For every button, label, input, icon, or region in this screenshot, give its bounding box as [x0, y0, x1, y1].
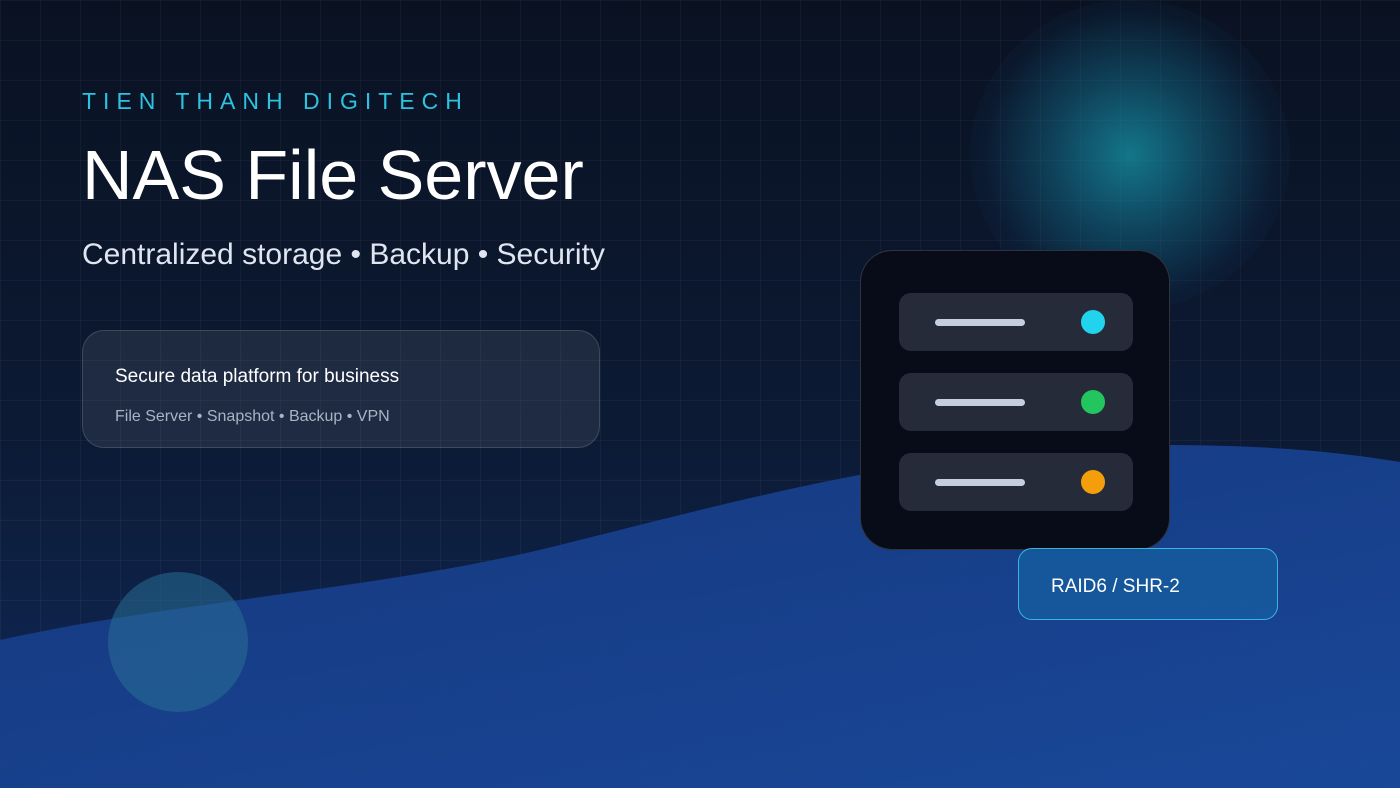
hero-banner: TIEN THANH DIGITECH NAS File Server Cent…: [0, 0, 1400, 788]
drive-slot-line: [935, 479, 1025, 486]
drive-slot-line: [935, 399, 1025, 406]
drive-slot-line: [935, 319, 1025, 326]
status-led-icon: [1081, 470, 1105, 494]
page-subtitle: Centralized storage • Backup • Security: [82, 238, 605, 271]
company-name: TIEN THANH DIGITECH: [82, 88, 469, 114]
drive-bay: [899, 373, 1133, 431]
info-card-heading: Secure data platform for business: [115, 366, 400, 387]
drive-bay: [899, 453, 1133, 511]
raid-label: RAID6 / SHR-2: [1051, 576, 1180, 597]
circle-decoration: [108, 572, 248, 712]
status-led-icon: [1081, 390, 1105, 414]
info-card: Secure data platform for business File S…: [82, 330, 600, 448]
drive-bay: [899, 293, 1133, 351]
nas-server-icon: [860, 250, 1170, 550]
status-led-icon: [1081, 310, 1105, 334]
page-title: NAS File Server: [82, 136, 584, 214]
info-card-features: File Server • Snapshot • Backup • VPN: [115, 408, 390, 425]
raid-badge: RAID6 / SHR-2: [1018, 548, 1278, 620]
